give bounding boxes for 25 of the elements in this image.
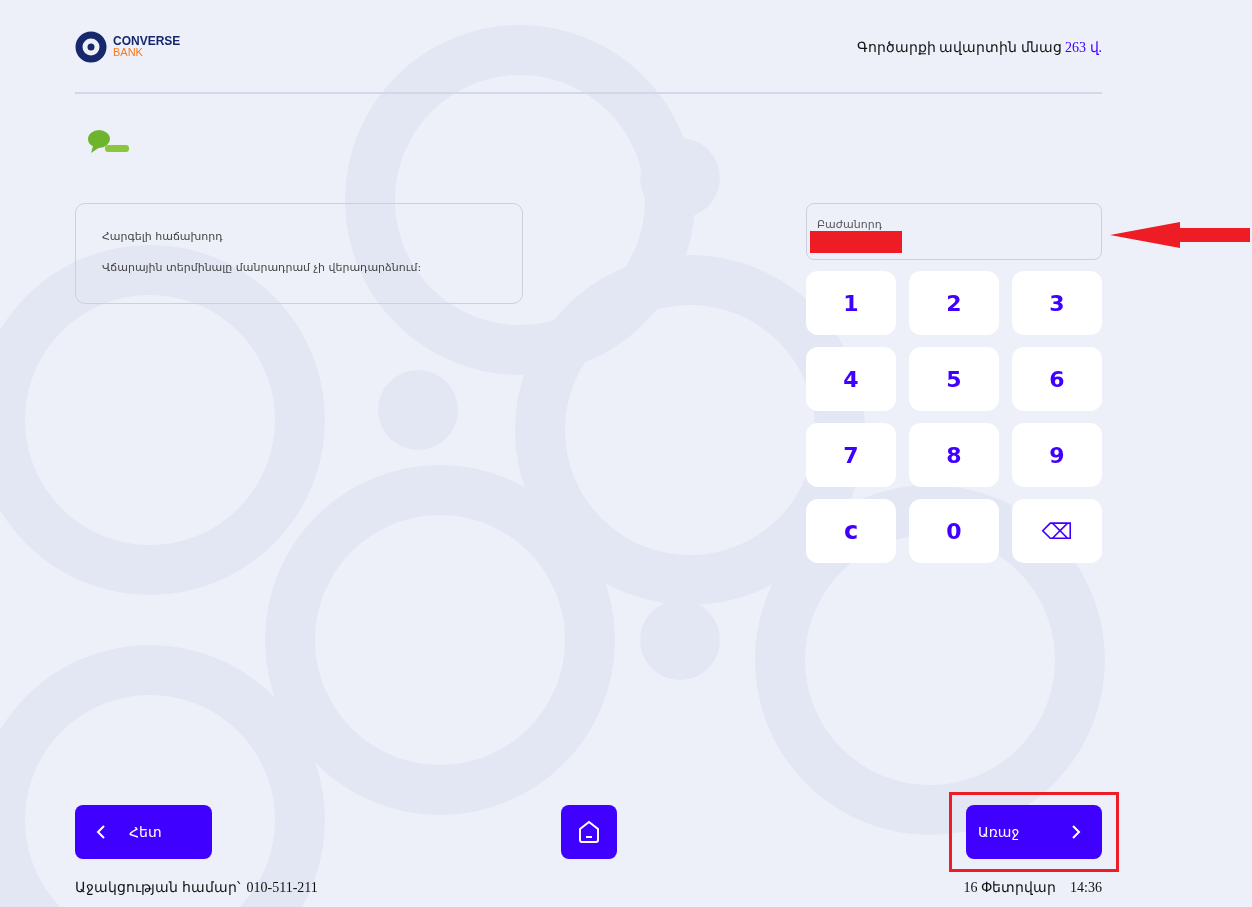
timer-text: Գործարքի ավարտին մնաց 263 վ. (856, 38, 1102, 56)
keypad-key[interactable]: 8 (909, 423, 999, 487)
support-text: Աջակցության համար՝ 010-511-211 (75, 879, 318, 897)
back-button[interactable]: Հետ (75, 805, 212, 859)
chevron-left-icon (95, 824, 107, 840)
keypad-key[interactable]: 7 (806, 423, 896, 487)
keypad-key[interactable]: 1 (806, 271, 896, 335)
keypad-key[interactable]: 2 (909, 271, 999, 335)
keypad-key[interactable]: 4 (806, 347, 896, 411)
date-time-text: 16 Փետրվար 14:36 (963, 879, 1102, 897)
keypad-key[interactable]: 9 (1012, 423, 1102, 487)
keypad-key[interactable]: 0 (909, 499, 999, 563)
clear-key[interactable]: c (806, 499, 896, 563)
keypad-key[interactable]: 3 (1012, 271, 1102, 335)
message-text: Հարգելի հաճախորդ (102, 230, 224, 243)
keypad-key[interactable]: 5 (909, 347, 999, 411)
message-text: Վճարային տերմինալը մանրադրամ չի վերադարձնում: (102, 261, 423, 274)
home-icon (577, 819, 601, 845)
subscriber-input-field[interactable]: Բաժանորդ (806, 203, 1102, 260)
keypad-key[interactable]: 6 (1012, 347, 1102, 411)
chevron-right-icon (1070, 824, 1082, 840)
next-button[interactable]: Առաջ (966, 805, 1102, 859)
bank-logo: CONVERSE BANK (75, 31, 181, 63)
home-button[interactable] (561, 805, 617, 859)
backspace-key[interactable]: ⌫ (1012, 499, 1102, 563)
